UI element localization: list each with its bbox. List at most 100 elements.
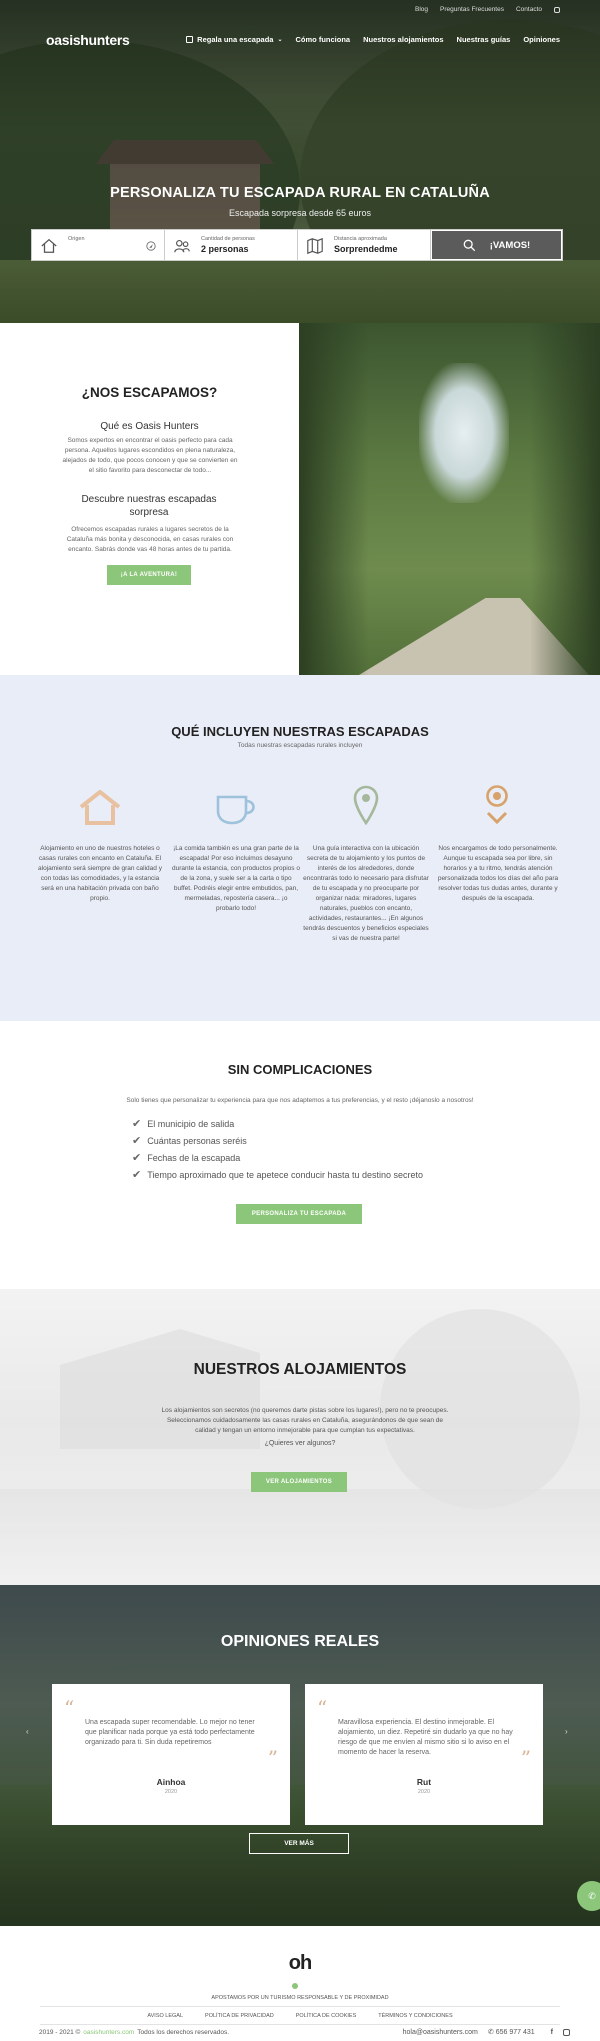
logo-dot-icon <box>292 1983 298 1989</box>
review-year: 2020 <box>417 1789 431 1795</box>
aloj-text: Los alojamientos son secretos (no querem… <box>161 1407 449 1434</box>
includes-subtitle: Todas nuestras escapadas rurales incluye… <box>237 742 363 749</box>
opin-title: OPINIONES REALES <box>220 1633 380 1650</box>
escapamos-section: ¿NOS ESCAPAMOS? Qué es Oasis Hunters Som… <box>0 323 299 675</box>
includes-title: QUÉ INCLUYEN NUESTRAS ESCAPADAS <box>171 724 429 739</box>
people-label: Cantidad de personas <box>201 236 255 242</box>
review-text: Maravillosa experiencia. El destino inme… <box>338 1719 513 1756</box>
check-icon: ✔ <box>132 1169 142 1181</box>
quote-close-icon: ” <box>520 1746 531 1770</box>
view-more-button[interactable]: VER MÁS <box>249 1833 349 1854</box>
topbar-contact-link[interactable]: Contacto <box>516 6 542 13</box>
include-item-text: ¡La comida también es una gran parte de … <box>172 845 300 912</box>
footer-copyright: 2019 - 2021 © oasishunters.com Todos los… <box>39 2029 229 2036</box>
footer-divider <box>40 2024 560 2025</box>
check-icon: ✔ <box>132 1135 142 1147</box>
footer-link-privacy[interactable]: POLÍTICA DE PRIVACIDAD <box>205 2013 274 2019</box>
include-item-text: Nos encargamos de todo personalmente. Au… <box>437 845 559 902</box>
distance-value: Sorprendedme <box>334 244 398 254</box>
escapamos-heading-1: Qué es Oasis Hunters <box>100 421 199 432</box>
footer: oh APOSTAMOS POR UN TURISMO RESPONSABLE … <box>0 1926 600 2041</box>
top-bar: Blog Preguntas Frecuentes Contacto <box>415 6 560 13</box>
footer-logo[interactable]: oh <box>0 1952 600 1975</box>
instagram-icon[interactable] <box>554 7 560 13</box>
chevron-down-icon: ⌄ <box>277 37 283 43</box>
aloj-title: NUESTROS ALOJAMIENTOS <box>193 1361 407 1378</box>
locate-icon[interactable] <box>145 240 157 252</box>
nav-accommodations[interactable]: Nuestros alojamientos <box>363 35 443 44</box>
origin-field[interactable]: Origen <box>32 230 165 260</box>
nav-reviews[interactable]: Opiniones <box>523 35 560 44</box>
check-label: Tiempo aproximado que te apetece conduci… <box>147 1169 424 1180</box>
escapamos-title: ¿NOS ESCAPAMOS? <box>81 385 218 400</box>
distance-field[interactable]: Distancia aproximada Sorprendedme <box>298 230 431 260</box>
check-item: ✔ Cuántas personas seréis <box>132 1134 247 1147</box>
map-pin-icon <box>353 785 379 825</box>
chat-bubble-icon[interactable]: ✆ <box>577 1881 600 1911</box>
check-icon: ✔ <box>132 1118 142 1130</box>
topbar-blog-link[interactable]: Blog <box>415 6 428 13</box>
nav-item-label: Regala una escapada <box>197 35 274 44</box>
include-item-text: Alojamiento en uno de nuestros hoteles o… <box>38 845 162 902</box>
check-label: Fechas de la escapada <box>147 1152 241 1163</box>
customize-button[interactable]: PERSONALIZA TU ESCAPADA <box>236 1204 362 1224</box>
nav-how-it-works[interactable]: Cómo funciona <box>296 35 351 44</box>
footer-contact: hola@oasishunters.com ✆ 656 977 431 f <box>403 2028 570 2036</box>
review-name: Rut <box>416 1777 432 1787</box>
check-item: ✔ Tiempo aproximado que te apetece conduc… <box>132 1168 423 1181</box>
search-icon <box>463 239 475 251</box>
footer-link-cookies[interactable]: POLÍTICA DE COOKIES <box>296 2013 357 2019</box>
quote-open-icon: “ <box>317 1696 328 1720</box>
check-item: ✔ Fechas de la escapada <box>132 1151 240 1164</box>
sin-title: SIN COMPLICACIONES <box>227 1062 373 1077</box>
hero-subtitle: Escapada sorpresa desde 65 euros <box>228 208 372 218</box>
hero-overlay <box>0 0 600 323</box>
site-logo[interactable]: oasishunters <box>46 32 130 48</box>
adventure-button[interactable]: ¡A LA AVENTURA! <box>107 565 191 585</box>
location-heart-icon <box>486 785 508 825</box>
view-accommodations-button[interactable]: VER ALOJAMIENTOS <box>251 1472 347 1492</box>
chevron-left-icon[interactable]: ‹ <box>26 1727 29 1736</box>
copyright-years: 2019 - 2021 © <box>39 2029 81 2036</box>
review-year: 2020 <box>164 1789 178 1795</box>
people-icon <box>174 240 190 253</box>
main-nav: Regala una escapada ⌄ Cómo funciona Nues… <box>186 35 560 44</box>
review-card: “ ” Maravillosa experiencia. El destino … <box>305 1684 543 1825</box>
footer-link-legal[interactable]: AVISO LEGAL <box>147 2013 183 2019</box>
quote-open-icon: “ <box>64 1696 75 1720</box>
alojamientos-section: NUESTROS ALOJAMIENTOS Los alojamientos s… <box>0 1289 600 1585</box>
facebook-icon[interactable]: f <box>551 2029 553 2036</box>
copyright-rights: Todos los derechos reservados. <box>137 2029 230 2036</box>
footer-links: AVISO LEGAL POLÍTICA DE PRIVACIDAD POLÍT… <box>0 2013 600 2019</box>
check-item: ✔ El municipio de salida <box>132 1117 234 1130</box>
review-name: Ainhoa <box>156 1777 186 1787</box>
nav-gift-link[interactable]: Regala una escapada ⌄ <box>186 35 283 44</box>
topbar-faq-link[interactable]: Preguntas Frecuentes <box>440 6 504 13</box>
includes-section: QUÉ INCLUYEN NUESTRAS ESCAPADAS Todas nu… <box>0 675 600 1021</box>
escapamos-text-1: Somos expertos en encontrar el oasis per… <box>62 437 238 474</box>
escapamos-heading-2: Descubre nuestras escapadas sorpresa <box>81 494 217 518</box>
hero-section: Blog Preguntas Frecuentes Contacto oasis… <box>0 0 600 323</box>
footer-link-terms[interactable]: TÉRMINOS Y CONDICIONES <box>378 2013 452 2019</box>
footer-phone[interactable]: 656 977 431 <box>496 2029 535 2036</box>
review-text: Una escapada super recomendable. Lo mejo… <box>85 1719 255 1746</box>
people-value: 2 personas <box>201 244 249 254</box>
origin-label: Origen <box>68 236 85 242</box>
sin-complicaciones-section: SIN COMPLICACIONES Solo tienes que perso… <box>0 1021 600 1289</box>
search-button[interactable]: ¡VAMOS! <box>431 230 562 260</box>
escapamos-text-2: Ofrecemos escapadas rurales a lugares se… <box>66 526 234 553</box>
footer-logo-text: oh <box>288 1952 312 1974</box>
sin-subtitle: Solo tienes que personalizar tu experien… <box>126 1097 474 1104</box>
chevron-right-icon[interactable]: › <box>565 1727 568 1736</box>
footer-tagline: APOSTAMOS POR UN TURISMO RESPONSABLE Y D… <box>211 1995 389 2001</box>
include-item-text: Una guía interactiva con la ubicación se… <box>303 845 429 942</box>
whatsapp-icon: ✆ <box>487 2029 494 2036</box>
bg-pool <box>0 1489 600 1585</box>
nav-guides[interactable]: Nuestras guías <box>457 35 511 44</box>
instagram-icon[interactable] <box>563 2028 570 2036</box>
copyright-link[interactable]: oasishunters.com <box>83 2029 134 2036</box>
map-icon <box>307 237 323 255</box>
search-bar: Origen Cantidad de personas 2 personas D… <box>31 229 563 261</box>
people-field[interactable]: Cantidad de personas 2 personas <box>165 230 298 260</box>
footer-email[interactable]: hola@oasishunters.com <box>403 2029 478 2036</box>
